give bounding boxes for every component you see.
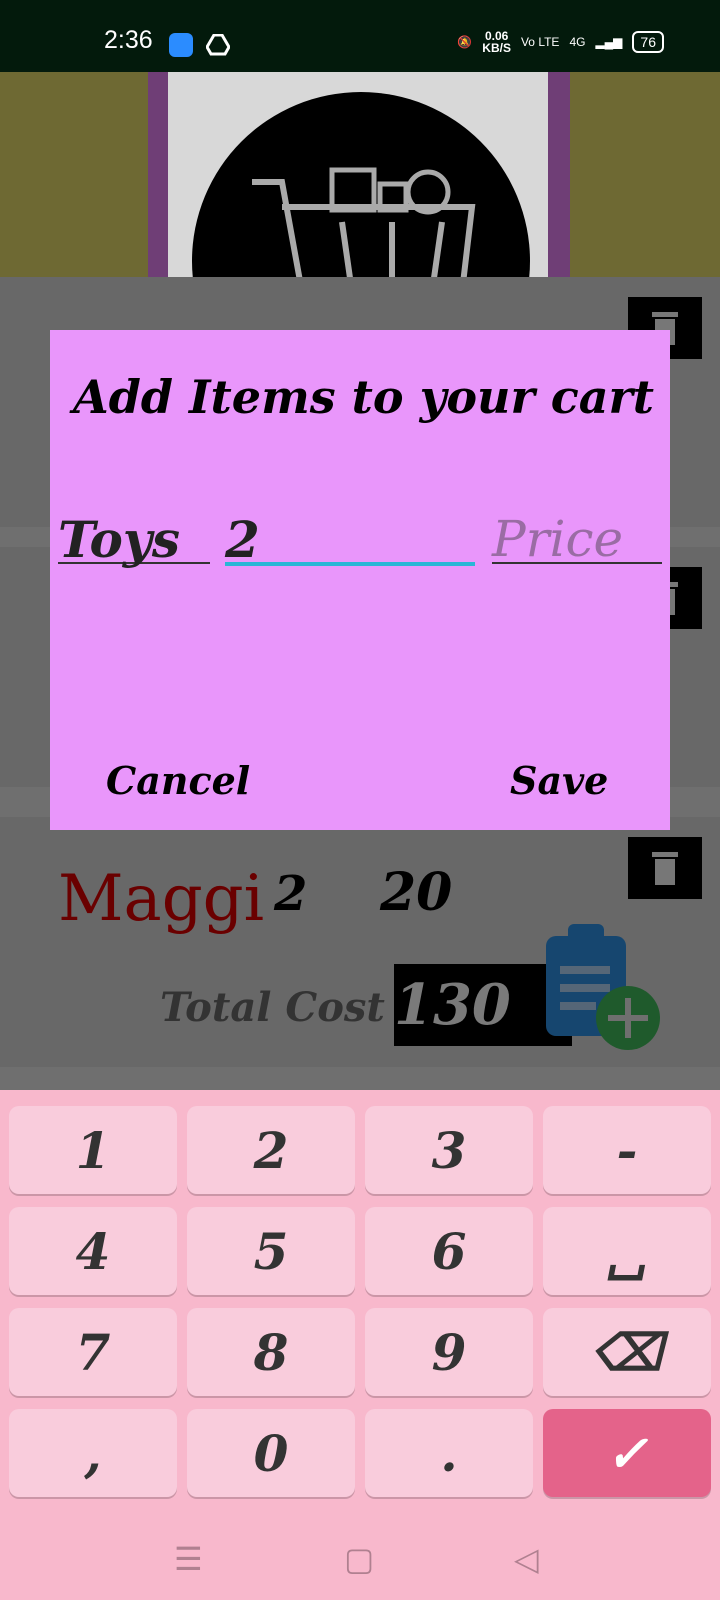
add-item-fab[interactable] (542, 918, 662, 1058)
price-field[interactable]: Price (492, 510, 662, 568)
key-done-check-icon[interactable]: ✓ (543, 1409, 711, 1497)
status-right: 🔕 0.06 KB/S Vo LTE 4G ▂▄▆ 76 (457, 30, 664, 54)
volte-label: Vo LTE (520, 35, 560, 49)
key-space[interactable]: ␣ (543, 1207, 711, 1295)
dialog-title: Add Items to your cart (73, 370, 654, 424)
item-name-field[interactable]: Toys (58, 510, 210, 569)
key-8[interactable]: 8 (187, 1308, 355, 1396)
key-period[interactable]: . (365, 1409, 533, 1497)
total-cost-label: Total Cost (160, 984, 385, 1031)
home-icon[interactable]: ▢ (344, 1540, 374, 1578)
battery-indicator: 76 (632, 31, 664, 53)
quantity-field[interactable]: 2 (225, 510, 475, 569)
save-button[interactable]: Save (510, 758, 608, 803)
key-3[interactable]: 3 (365, 1106, 533, 1194)
key-comma[interactable]: , (9, 1409, 177, 1497)
key-9[interactable]: 9 (365, 1308, 533, 1396)
menu-icon[interactable]: ☰ (174, 1540, 203, 1578)
app-header (0, 72, 720, 277)
shopping-cart-icon (252, 167, 476, 277)
net-speed: 0.06 KB/S (482, 29, 511, 55)
network-label: 4G (569, 35, 586, 49)
key-minus[interactable]: - (543, 1106, 711, 1194)
drive-icon (206, 34, 230, 56)
signal-icon: ▂▄▆ (595, 35, 623, 49)
android-app-icon (169, 33, 193, 57)
system-nav-bar: ☰ ▢ ◁ (0, 1512, 720, 1600)
key-6[interactable]: 6 (365, 1207, 533, 1295)
mute-vibrate-icon: 🔕 (457, 35, 473, 49)
key-2[interactable]: 2 (187, 1106, 355, 1194)
item-name: Maggi (58, 862, 265, 936)
item-price: 20 (380, 862, 453, 923)
item-quantity: 2 (274, 866, 308, 922)
back-icon[interactable]: ◁ (514, 1540, 539, 1578)
status-time: 2:36 (104, 26, 153, 54)
cancel-button[interactable]: Cancel (106, 758, 250, 803)
header-logo-area (168, 72, 548, 277)
key-backspace-icon[interactable]: ⌫ (543, 1308, 711, 1396)
trash-icon (652, 852, 678, 885)
key-4[interactable]: 4 (9, 1207, 177, 1295)
delete-button[interactable] (628, 837, 702, 899)
key-1[interactable]: 1 (9, 1106, 177, 1194)
cart-logo (192, 92, 530, 277)
status-bar: 2:36 🔕 0.06 KB/S Vo LTE 4G ▂▄▆ 76 (0, 0, 720, 72)
key-0[interactable]: 0 (187, 1409, 355, 1497)
add-item-dialog: Add Items to your cart (50, 330, 670, 830)
key-5[interactable]: 5 (187, 1207, 355, 1295)
key-7[interactable]: 7 (9, 1308, 177, 1396)
